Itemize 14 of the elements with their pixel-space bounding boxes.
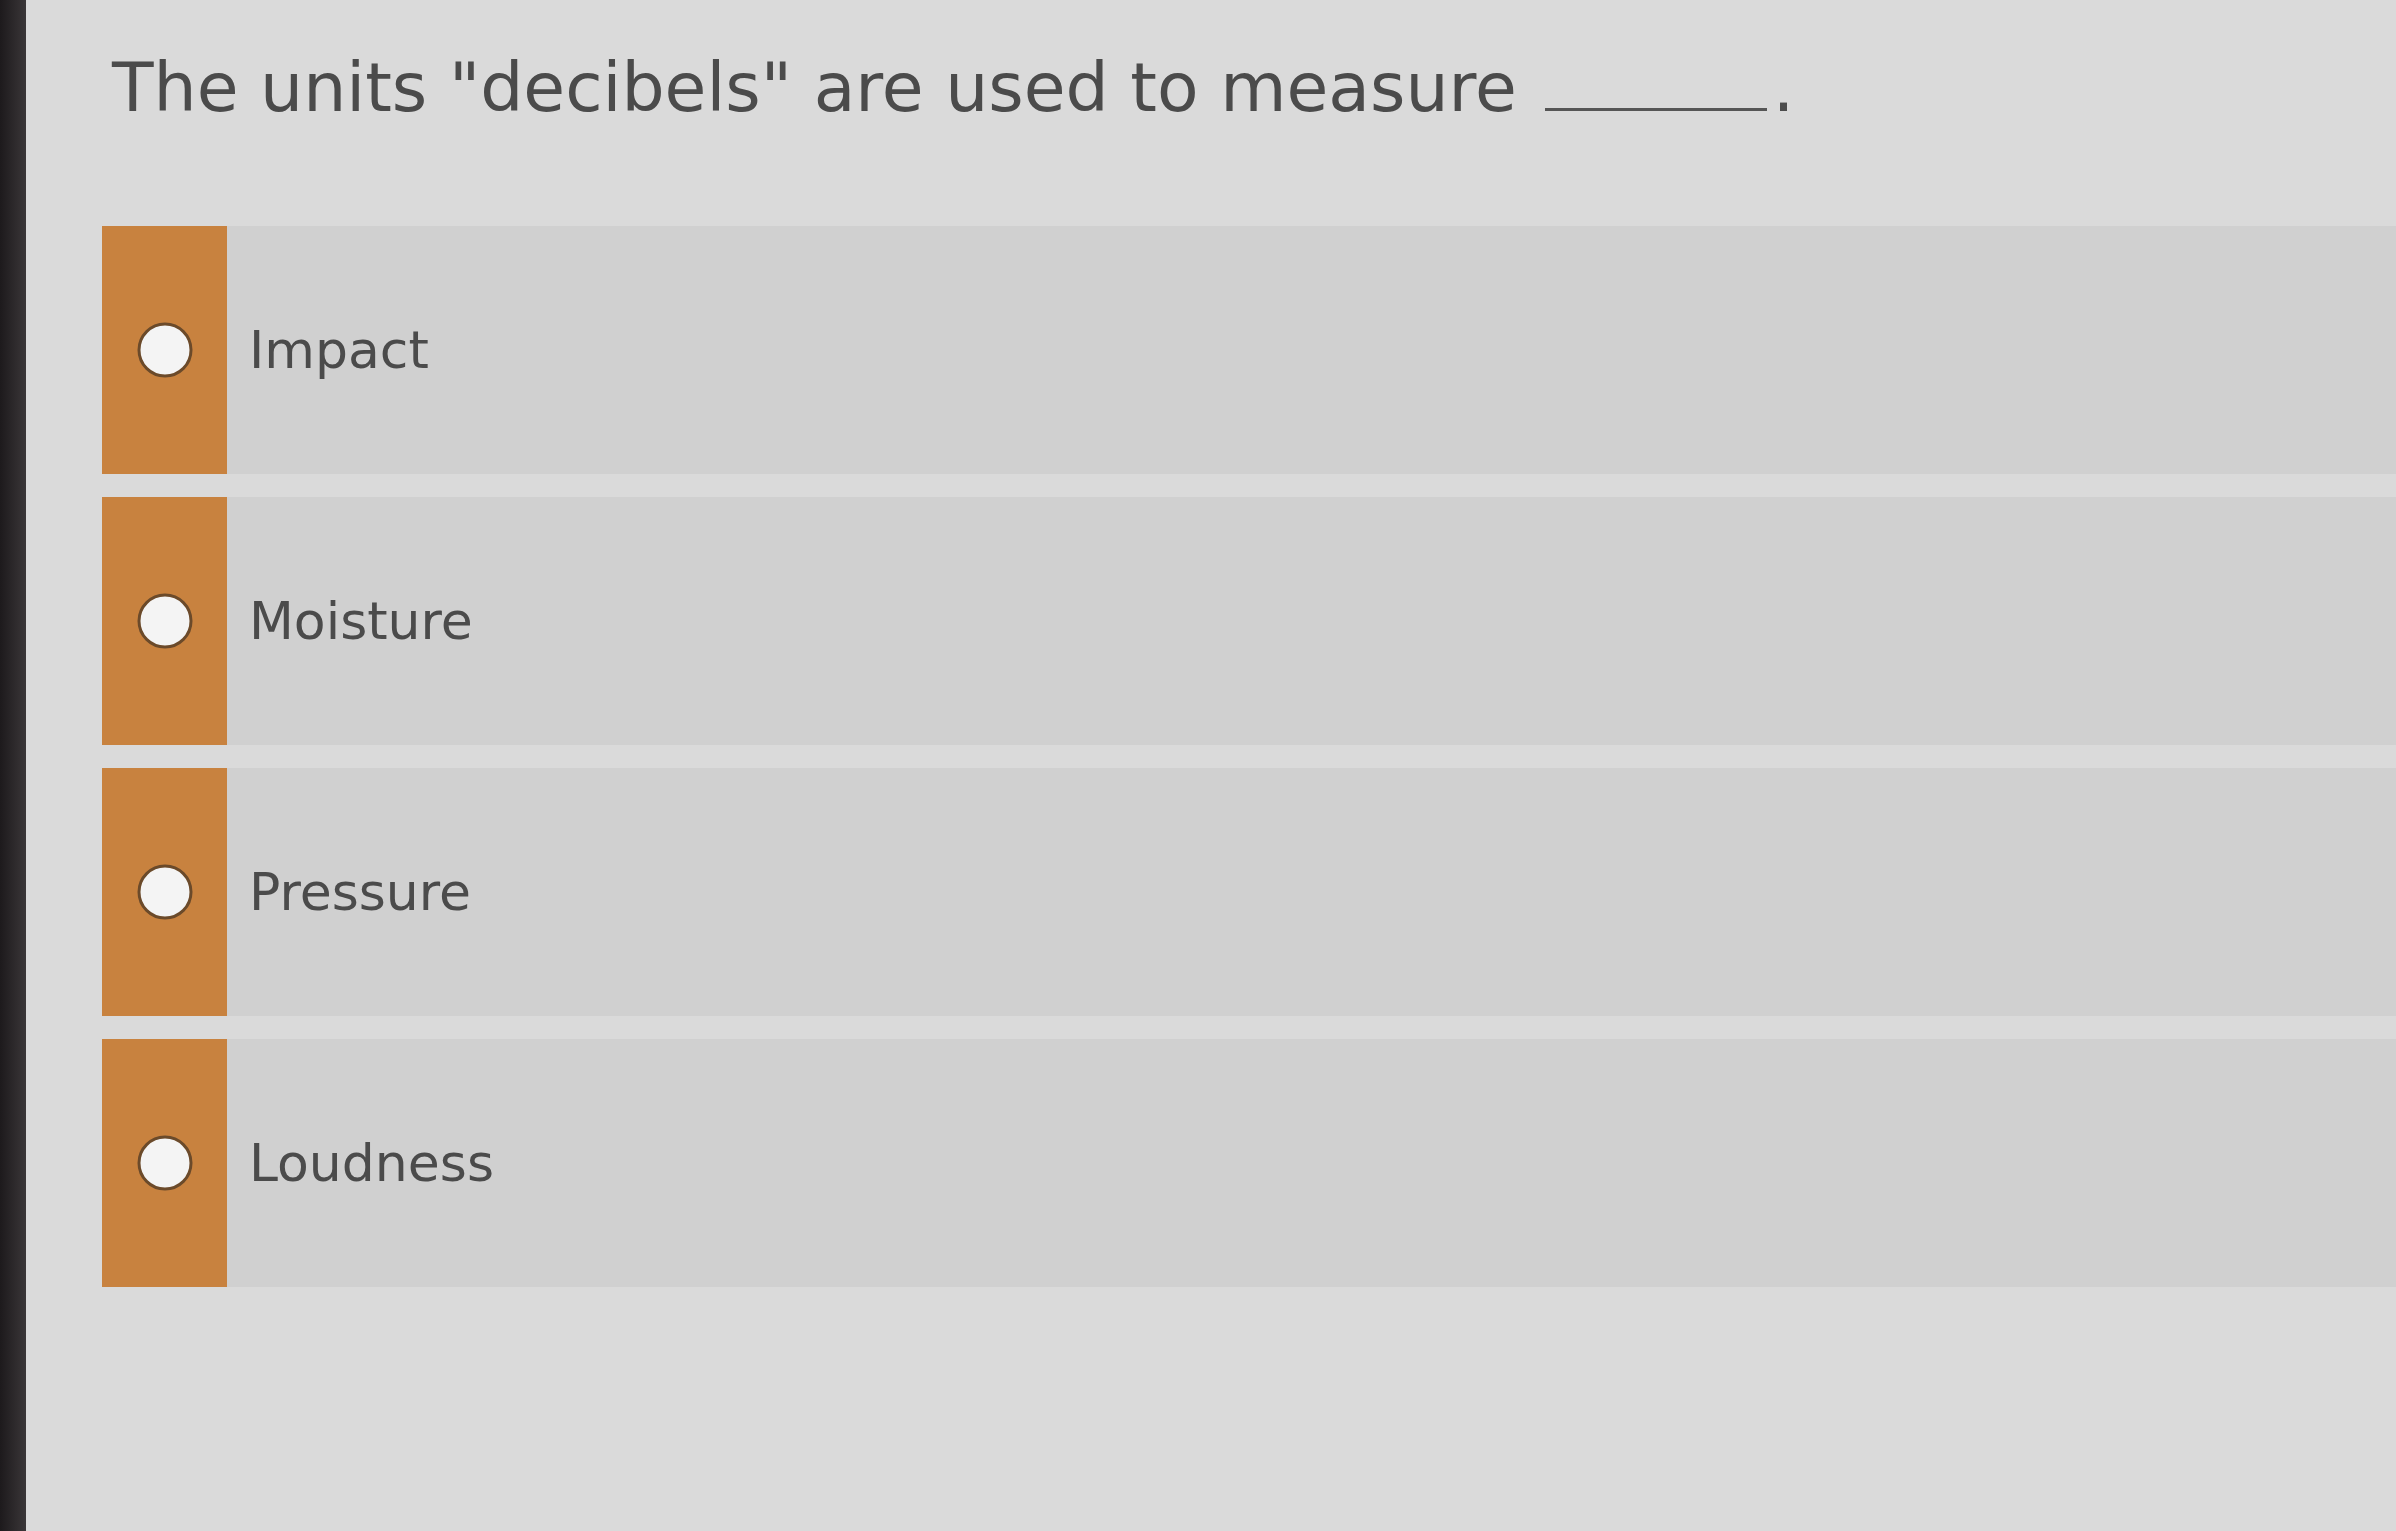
answer-option[interactable]: Moisture — [102, 497, 2396, 745]
question-text: The units "decibels" are used to measure — [112, 48, 1517, 127]
radio-icon[interactable] — [136, 593, 193, 649]
option-label: Moisture — [249, 591, 473, 651]
answer-option[interactable]: Loudness — [102, 1039, 2396, 1287]
option-label: Impact — [249, 320, 429, 380]
option-label: Pressure — [249, 862, 472, 922]
option-label: Loudness — [249, 1133, 494, 1193]
answer-option[interactable]: Impact — [102, 226, 2396, 474]
radio-icon[interactable] — [136, 1135, 193, 1191]
radio-icon[interactable] — [136, 864, 193, 920]
radio-icon[interactable] — [136, 322, 193, 378]
answer-option[interactable]: Pressure — [102, 768, 2396, 1016]
question-period: . — [1772, 48, 1795, 127]
